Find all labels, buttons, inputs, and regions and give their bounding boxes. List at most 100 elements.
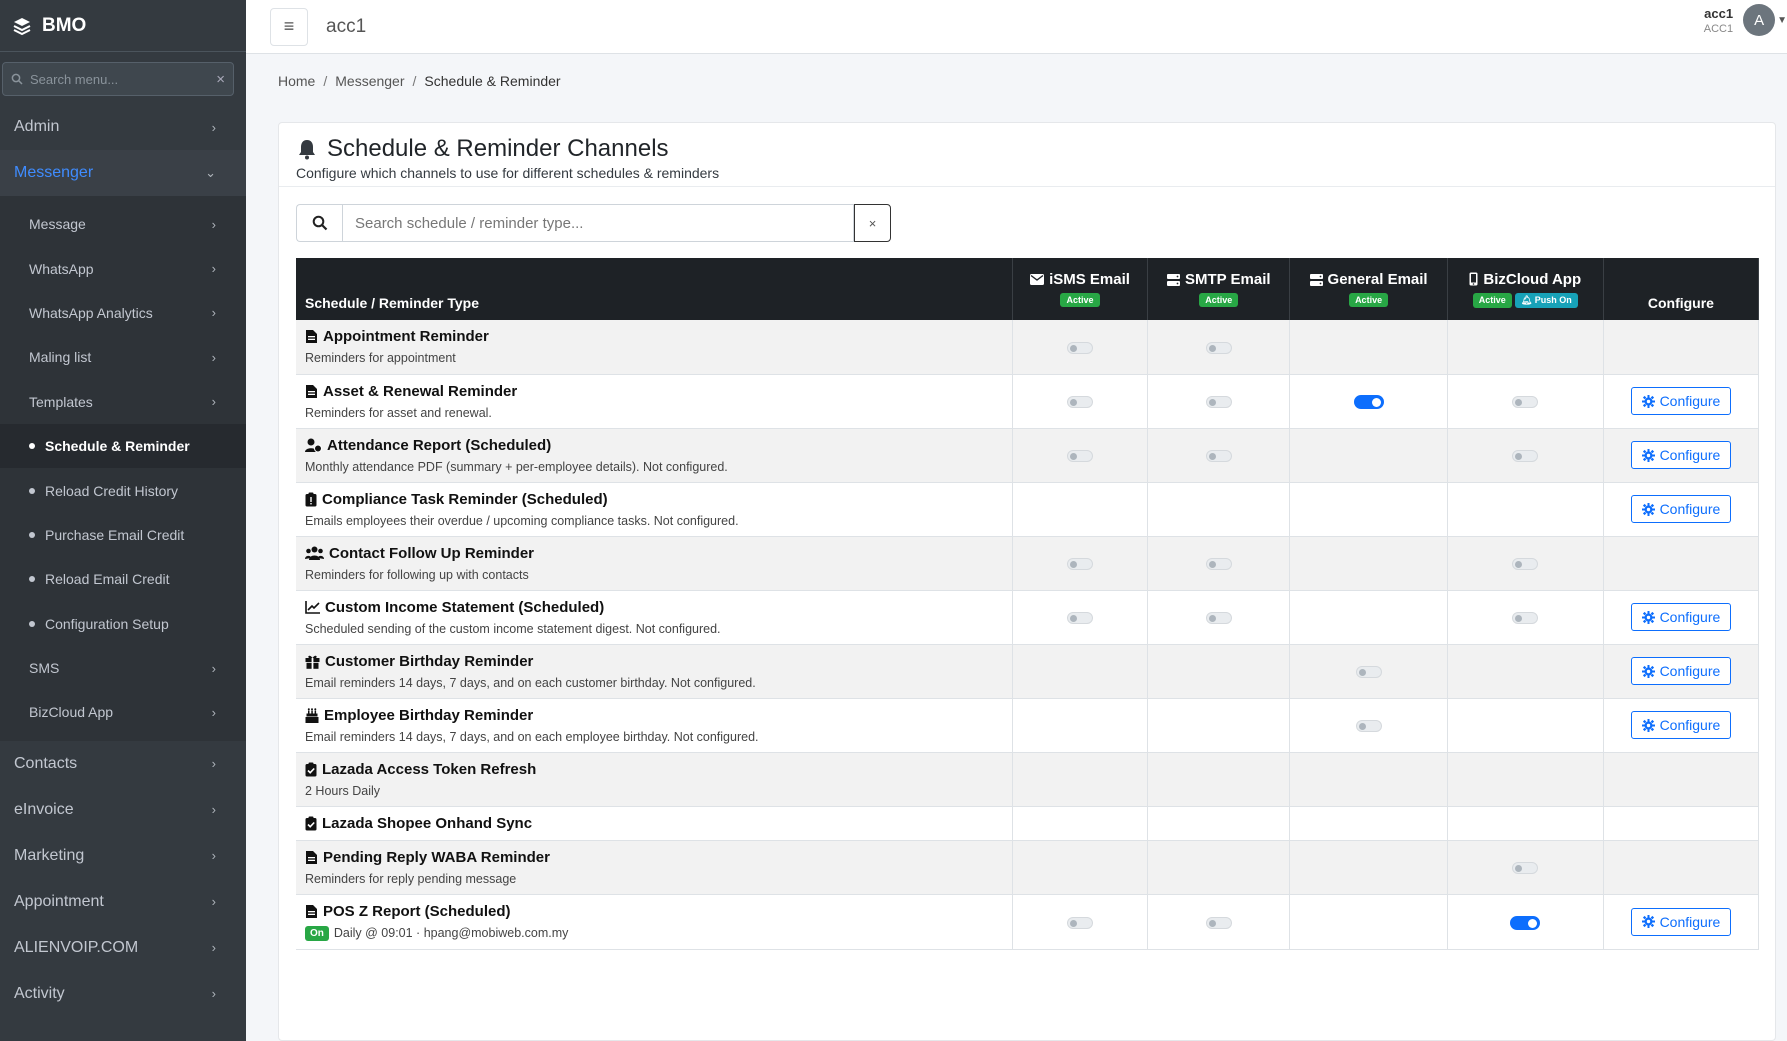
channel-toggle[interactable] xyxy=(1355,720,1382,733)
sidebar-subitem-sms[interactable]: SMS › xyxy=(0,646,246,690)
sidebar-item-messenger[interactable]: Messenger ⌄ xyxy=(0,150,246,196)
channels-card: Schedule & Reminder Channels Configure w… xyxy=(278,122,1776,1041)
reminder-title: POS Z Report (Scheduled) xyxy=(323,902,511,920)
sidebar-item-contacts[interactable]: Contacts › xyxy=(0,741,246,787)
clear-search-button[interactable]: × xyxy=(854,204,891,242)
sidebar-search-input[interactable]: Search menu... × xyxy=(2,62,234,96)
sidebar-subitem-whatsapp-analytics[interactable]: WhatsApp Analytics › xyxy=(0,291,246,335)
configure-button[interactable]: Configure xyxy=(1630,907,1732,936)
channel-cell xyxy=(1012,698,1149,753)
sidebar-subitem-templates[interactable]: Templates › xyxy=(0,380,246,424)
channel-toggle[interactable] xyxy=(1512,862,1539,875)
channel-toggle[interactable] xyxy=(1067,612,1093,625)
gear-icon xyxy=(1641,915,1655,928)
channel-cell xyxy=(1147,644,1291,699)
reminder-type-cell: Asset & Renewal Reminder Reminders for as… xyxy=(296,374,1013,429)
breadcrumb-home[interactable]: Home xyxy=(278,73,315,89)
gear-icon xyxy=(1641,718,1655,732)
channel-toggle[interactable] xyxy=(1512,612,1539,625)
breadcrumb: Home / Messenger / Schedule & Reminder xyxy=(278,73,561,89)
col-header-type: Schedule / Reminder Type xyxy=(296,258,1013,320)
status-badge: Active xyxy=(1349,293,1389,307)
user-menu[interactable]: acc1 ACC1 A ▼ xyxy=(1704,4,1787,36)
col-header-bizcloud-app: BizCloud App Active 🔔︎ Push On xyxy=(1447,258,1604,320)
sidebar-subitem-configuration-setup[interactable]: Configuration Setup xyxy=(0,602,246,646)
reminder-description: Reminders for asset and renewal. xyxy=(305,405,492,420)
sidebar-subitem-message[interactable]: Message › xyxy=(0,202,246,246)
channel-toggle[interactable] xyxy=(1205,396,1232,409)
channel-cell xyxy=(1289,536,1448,591)
sidebar-item-einvoice[interactable]: eInvoice › xyxy=(0,787,246,833)
sidebar-subitem-label: Schedule & Reminder xyxy=(45,438,190,455)
channel-toggle[interactable] xyxy=(1353,395,1384,410)
file-icon xyxy=(306,850,317,864)
channel-toggle[interactable] xyxy=(1512,558,1539,571)
bell-icon xyxy=(299,140,315,160)
channel-toggle[interactable] xyxy=(1067,342,1093,355)
channel-toggle[interactable] xyxy=(1205,612,1232,625)
sidebar-subitem-reload-credit-history[interactable]: Reload Credit History xyxy=(0,468,246,512)
reminder-title: Customer Birthday Reminder xyxy=(325,652,534,670)
breadcrumb-messenger[interactable]: Messenger xyxy=(335,73,404,89)
channel-toggle[interactable] xyxy=(1512,396,1539,409)
sidebar-subitem-label: Maling list xyxy=(29,349,92,366)
channel-toggle[interactable] xyxy=(1067,558,1093,571)
sidebar-subitem-reload-email-credit[interactable]: Reload Email Credit xyxy=(0,557,246,601)
sidebar-subitem-maling-list[interactable]: Maling list › xyxy=(0,335,246,379)
sidebar-item-label: ALIENVOIP.COM xyxy=(14,938,139,956)
channel-cell xyxy=(1289,428,1448,483)
configure-button[interactable]: Configure xyxy=(1630,657,1732,685)
sidebar-item-appointment[interactable]: Appointment › xyxy=(0,879,246,925)
channel-cell xyxy=(1012,752,1149,807)
channels-table: Schedule / Reminder Type iSMS Email Active… xyxy=(296,258,1760,950)
channel-cell xyxy=(1012,428,1149,483)
avatar[interactable]: A xyxy=(1743,4,1776,36)
sidebar-subitem-whatsapp[interactable]: WhatsApp › xyxy=(0,246,246,290)
table-row: Attendance Report (Scheduled) Monthly att… xyxy=(296,428,1760,483)
channel-toggle[interactable] xyxy=(1067,450,1093,463)
birthday-cake-icon xyxy=(305,707,319,723)
configure-button[interactable]: Configure xyxy=(1630,603,1732,631)
sidebar-item-admin[interactable]: Admin › xyxy=(0,104,246,150)
reminder-type-cell: Lazada Shopee Onhand Sync xyxy=(296,806,1013,841)
configure-button[interactable]: Configure xyxy=(1630,387,1732,415)
channel-toggle[interactable] xyxy=(1205,342,1232,355)
sidebar-subitem-label: Message xyxy=(29,216,86,233)
chevron-right-icon: › xyxy=(211,848,216,864)
channel-toggle[interactable] xyxy=(1205,450,1232,463)
sidebar-item-activity[interactable]: Activity › xyxy=(0,971,246,1017)
brand[interactable]: BMO xyxy=(0,0,246,52)
channel-cell xyxy=(1447,536,1604,591)
configure-button[interactable]: Configure xyxy=(1630,495,1732,523)
configure-button[interactable]: Configure xyxy=(1630,711,1732,739)
configure-button[interactable]: Configure xyxy=(1630,441,1732,469)
sidebar-subitem-purchase-email-credit[interactable]: Purchase Email Credit xyxy=(0,513,246,557)
channel-toggle[interactable] xyxy=(1512,450,1539,463)
circle-icon xyxy=(29,620,35,627)
configure-cell xyxy=(1603,840,1760,895)
reminder-search-input[interactable]: Search schedule / reminder type... xyxy=(342,204,854,242)
messenger-submenu: Message › WhatsApp › WhatsApp Analytics › Mali… xyxy=(0,196,246,741)
sidebar-item-marketing[interactable]: Marketing › xyxy=(0,833,246,879)
channel-cell xyxy=(1147,428,1291,483)
channel-toggle[interactable] xyxy=(1205,916,1232,929)
channel-toggle[interactable] xyxy=(1067,916,1093,929)
envelope-icon xyxy=(1030,274,1045,285)
sidebar-item-label: Contacts xyxy=(14,754,78,772)
sidebar-subitem-bizcloud-app[interactable]: BizCloud App › xyxy=(0,690,246,734)
channel-toggle[interactable] xyxy=(1510,915,1541,930)
channel-toggle[interactable] xyxy=(1355,666,1382,679)
sidebar-item-label: eInvoice xyxy=(14,800,74,818)
sidebar-item-alienvoip-com[interactable]: ALIENVOIP.COM › xyxy=(0,925,246,971)
sidebar-item-label: Admin xyxy=(14,118,60,135)
clear-icon[interactable]: × xyxy=(216,71,225,88)
caret-down-icon[interactable]: ▼ xyxy=(1777,15,1787,26)
sidebar-subitem-schedule-reminder[interactable]: Schedule & Reminder xyxy=(0,423,246,469)
channel-toggle[interactable] xyxy=(1067,396,1093,409)
search-icon xyxy=(11,73,23,85)
menu-toggle-button[interactable]: ≡ xyxy=(270,7,308,46)
channel-toggle[interactable] xyxy=(1205,558,1232,571)
channel-name: General Email xyxy=(1327,271,1428,288)
breadcrumb-current: Schedule & Reminder xyxy=(424,73,561,89)
channel-cell xyxy=(1012,840,1149,895)
